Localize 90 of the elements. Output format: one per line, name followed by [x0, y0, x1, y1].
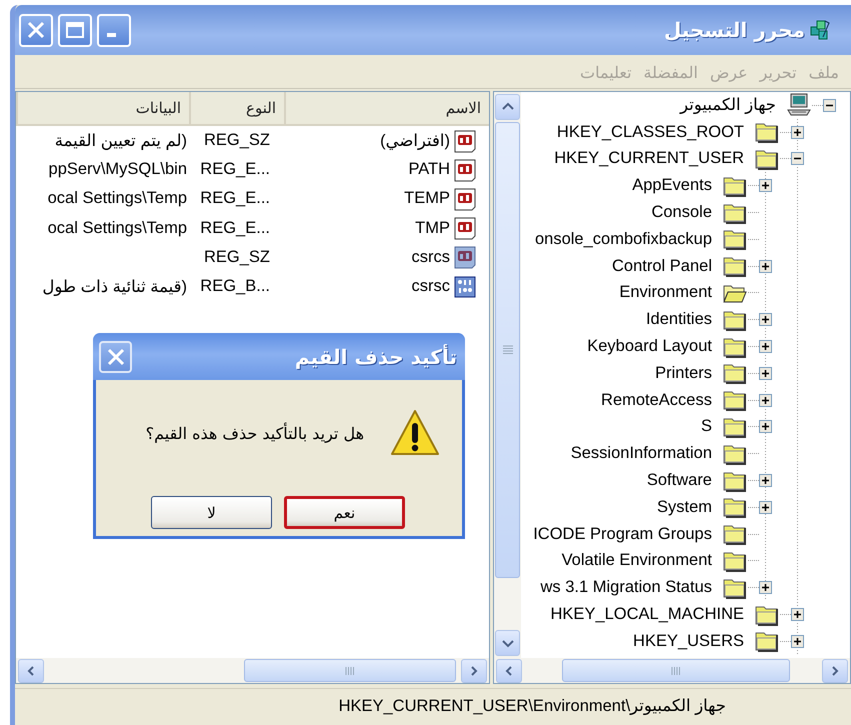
chevron-right-icon: [469, 666, 479, 676]
close-icon: [26, 20, 46, 40]
value-data: (قيمة ثنائية ذات طول: [42, 276, 187, 297]
collapse-button[interactable]: [791, 152, 804, 166]
expand-button[interactable]: [759, 420, 772, 434]
tree-item[interactable]: Printers: [655, 364, 712, 383]
scroll-left-button[interactable]: [18, 658, 44, 682]
column-header[interactable]: الاسم: [284, 92, 489, 124]
registry-cubes-icon: [809, 19, 831, 41]
expand-button[interactable]: [791, 608, 804, 622]
dialog-title: تأكيد حذف القيم: [294, 344, 457, 368]
chevron-right-icon: [830, 666, 840, 676]
tree-item[interactable]: HKEY_USERS: [633, 632, 744, 651]
value-name[interactable]: PATH: [408, 160, 450, 180]
value-data: (لم يتم تعيين القيمة: [54, 130, 187, 151]
expand-button[interactable]: [759, 366, 772, 380]
tree-item[interactable]: ICODE Program Groups: [533, 524, 712, 544]
value-name[interactable]: TEMP: [404, 189, 450, 208]
value-data: ppServ\MySQL\bin: [48, 160, 187, 180]
tree-item[interactable]: HKEY_LOCAL_MACHINE: [550, 605, 744, 624]
scrollbar-thumb[interactable]: [495, 122, 520, 578]
tree-item[interactable]: HKEY_CLASSES_ROOT: [556, 122, 744, 142]
tree-item[interactable]: AppEvents: [632, 176, 712, 196]
computer-icon: [786, 93, 812, 118]
value-name[interactable]: TMP: [415, 218, 450, 238]
expand-button[interactable]: [759, 179, 772, 192]
expand-button[interactable]: [759, 581, 772, 594]
tree-item[interactable]: Console: [651, 203, 712, 222]
tree-item[interactable]: System: [656, 498, 712, 517]
value-name[interactable]: csrcs: [412, 248, 450, 267]
expand-button[interactable]: [759, 340, 772, 354]
minimize-button[interactable]: [97, 14, 131, 46]
horizontal-scrollbar[interactable]: [16, 658, 489, 683]
chevron-up-icon: [502, 102, 514, 112]
maximize-icon: [65, 21, 85, 39]
tree-item[interactable]: Keyboard Layout: [587, 337, 712, 356]
value-data: ocal Settings\Temp: [48, 218, 187, 238]
tree-item[interactable]: SessionInformation: [570, 444, 712, 464]
vertical-scrollbar[interactable]: [494, 92, 521, 658]
horizontal-scrollbar[interactable]: [494, 658, 850, 683]
value-name[interactable]: (افتراضي): [380, 130, 450, 151]
chevron-left-icon: [26, 666, 36, 676]
value-type: REG_SZ: [204, 248, 270, 267]
status-text: جهاز الكمبيوتر\HKEY_CURRENT_USER\Environment: [338, 696, 726, 716]
scroll-down-button[interactable]: [495, 630, 520, 656]
tree-item[interactable]: جهاز الكمبيوتر: [680, 95, 776, 116]
tree-item[interactable]: Volatile Environment: [562, 551, 712, 570]
dialog-button[interactable]: لا: [151, 496, 272, 529]
expand-button[interactable]: [791, 126, 804, 139]
scrollbar-thumb[interactable]: [244, 659, 456, 682]
tree-item[interactable]: HKEY_CURRENT_USER: [554, 149, 744, 168]
collapse-button[interactable]: [823, 98, 836, 112]
tree-item[interactable]: Software: [646, 471, 712, 490]
minimize-icon: [106, 33, 116, 37]
window-title: محرر التسجيل: [664, 18, 805, 42]
tree-item[interactable]: Environment: [619, 283, 712, 302]
chevron-down-icon: [502, 638, 514, 648]
value-type: REG_E...: [200, 189, 270, 208]
expand-button[interactable]: [759, 394, 772, 407]
maximize-button[interactable]: [58, 14, 92, 46]
expand-button[interactable]: [791, 634, 804, 648]
value-type: REG_B...: [200, 277, 270, 296]
tree-item[interactable]: ws 3.1 Migration Status: [540, 578, 712, 598]
column-header[interactable]: البيانات: [16, 92, 189, 124]
dialog-message: هل تريد بالتأكيد حذف هذه القيم؟: [146, 424, 364, 442]
scroll-up-button[interactable]: [495, 94, 520, 120]
tree-item[interactable]: S: [700, 417, 712, 436]
scroll-right-button[interactable]: [461, 658, 487, 682]
close-icon: [106, 348, 124, 366]
value-type: REG_E...: [200, 160, 270, 180]
expand-button[interactable]: [759, 260, 772, 273]
tree-item[interactable]: onsole_combofixbackup: [534, 230, 712, 249]
scroll-right-button[interactable]: [822, 658, 848, 682]
tree-item[interactable]: Control Panel: [612, 256, 712, 276]
value-type: REG_E...: [200, 218, 270, 238]
column-header[interactable]: النوع: [189, 92, 284, 124]
scrollbar-thumb[interactable]: [562, 659, 790, 682]
expand-button[interactable]: [759, 474, 772, 488]
scroll-left-button[interactable]: [496, 658, 522, 682]
tree-item[interactable]: RemoteAccess: [601, 390, 712, 410]
expand-button[interactable]: [759, 500, 772, 514]
chevron-left-icon: [504, 666, 514, 676]
warning-icon: [390, 408, 440, 458]
value-data: ocal Settings\Temp: [48, 189, 187, 208]
close-button[interactable]: [99, 340, 132, 372]
tree-item[interactable]: Identities: [646, 310, 712, 330]
dialog-button[interactable]: نعم: [284, 496, 405, 529]
value-name[interactable]: csrsc: [412, 277, 450, 296]
expand-button[interactable]: [759, 313, 772, 326]
value-type: REG_SZ: [204, 131, 270, 150]
